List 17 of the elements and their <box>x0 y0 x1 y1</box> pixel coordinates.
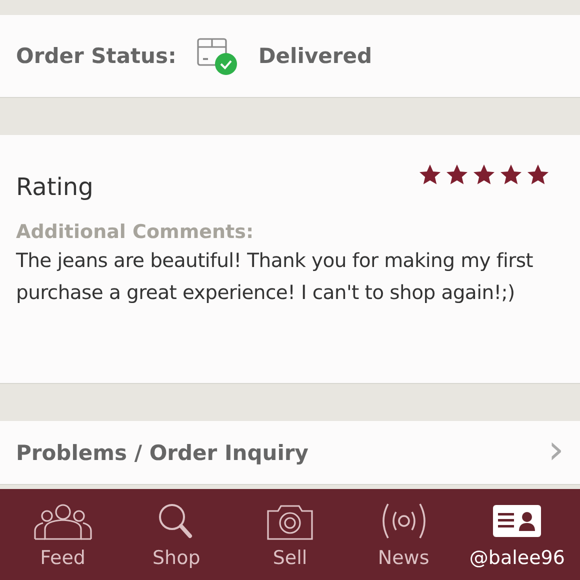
star-icon <box>472 163 496 187</box>
star-icon <box>445 163 469 187</box>
tab[interactable]: @balee96 <box>462 500 572 568</box>
star-icon <box>418 163 442 187</box>
comments-text: The jeans are beautiful! Thank you for making my first purchase a great experience! I can't to shop again!;) <box>16 248 534 306</box>
tab[interactable]: News <box>348 500 459 568</box>
tab[interactable]: Feed <box>8 500 118 568</box>
order-status-value: Delivered <box>258 44 372 68</box>
order-status-label: Order Status: <box>16 44 176 68</box>
tab[interactable]: Sell <box>234 500 345 568</box>
tab[interactable]: Shop <box>121 500 232 568</box>
chevron-icon: › <box>548 430 564 470</box>
star-icon <box>526 163 550 187</box>
rating-title: Rating <box>16 173 94 201</box>
star-icon <box>499 163 523 187</box>
comments-label: Additional Comments: <box>16 221 255 243</box>
order-inquiry-row[interactable]: Problems / Order Inquiry › <box>0 421 580 485</box>
